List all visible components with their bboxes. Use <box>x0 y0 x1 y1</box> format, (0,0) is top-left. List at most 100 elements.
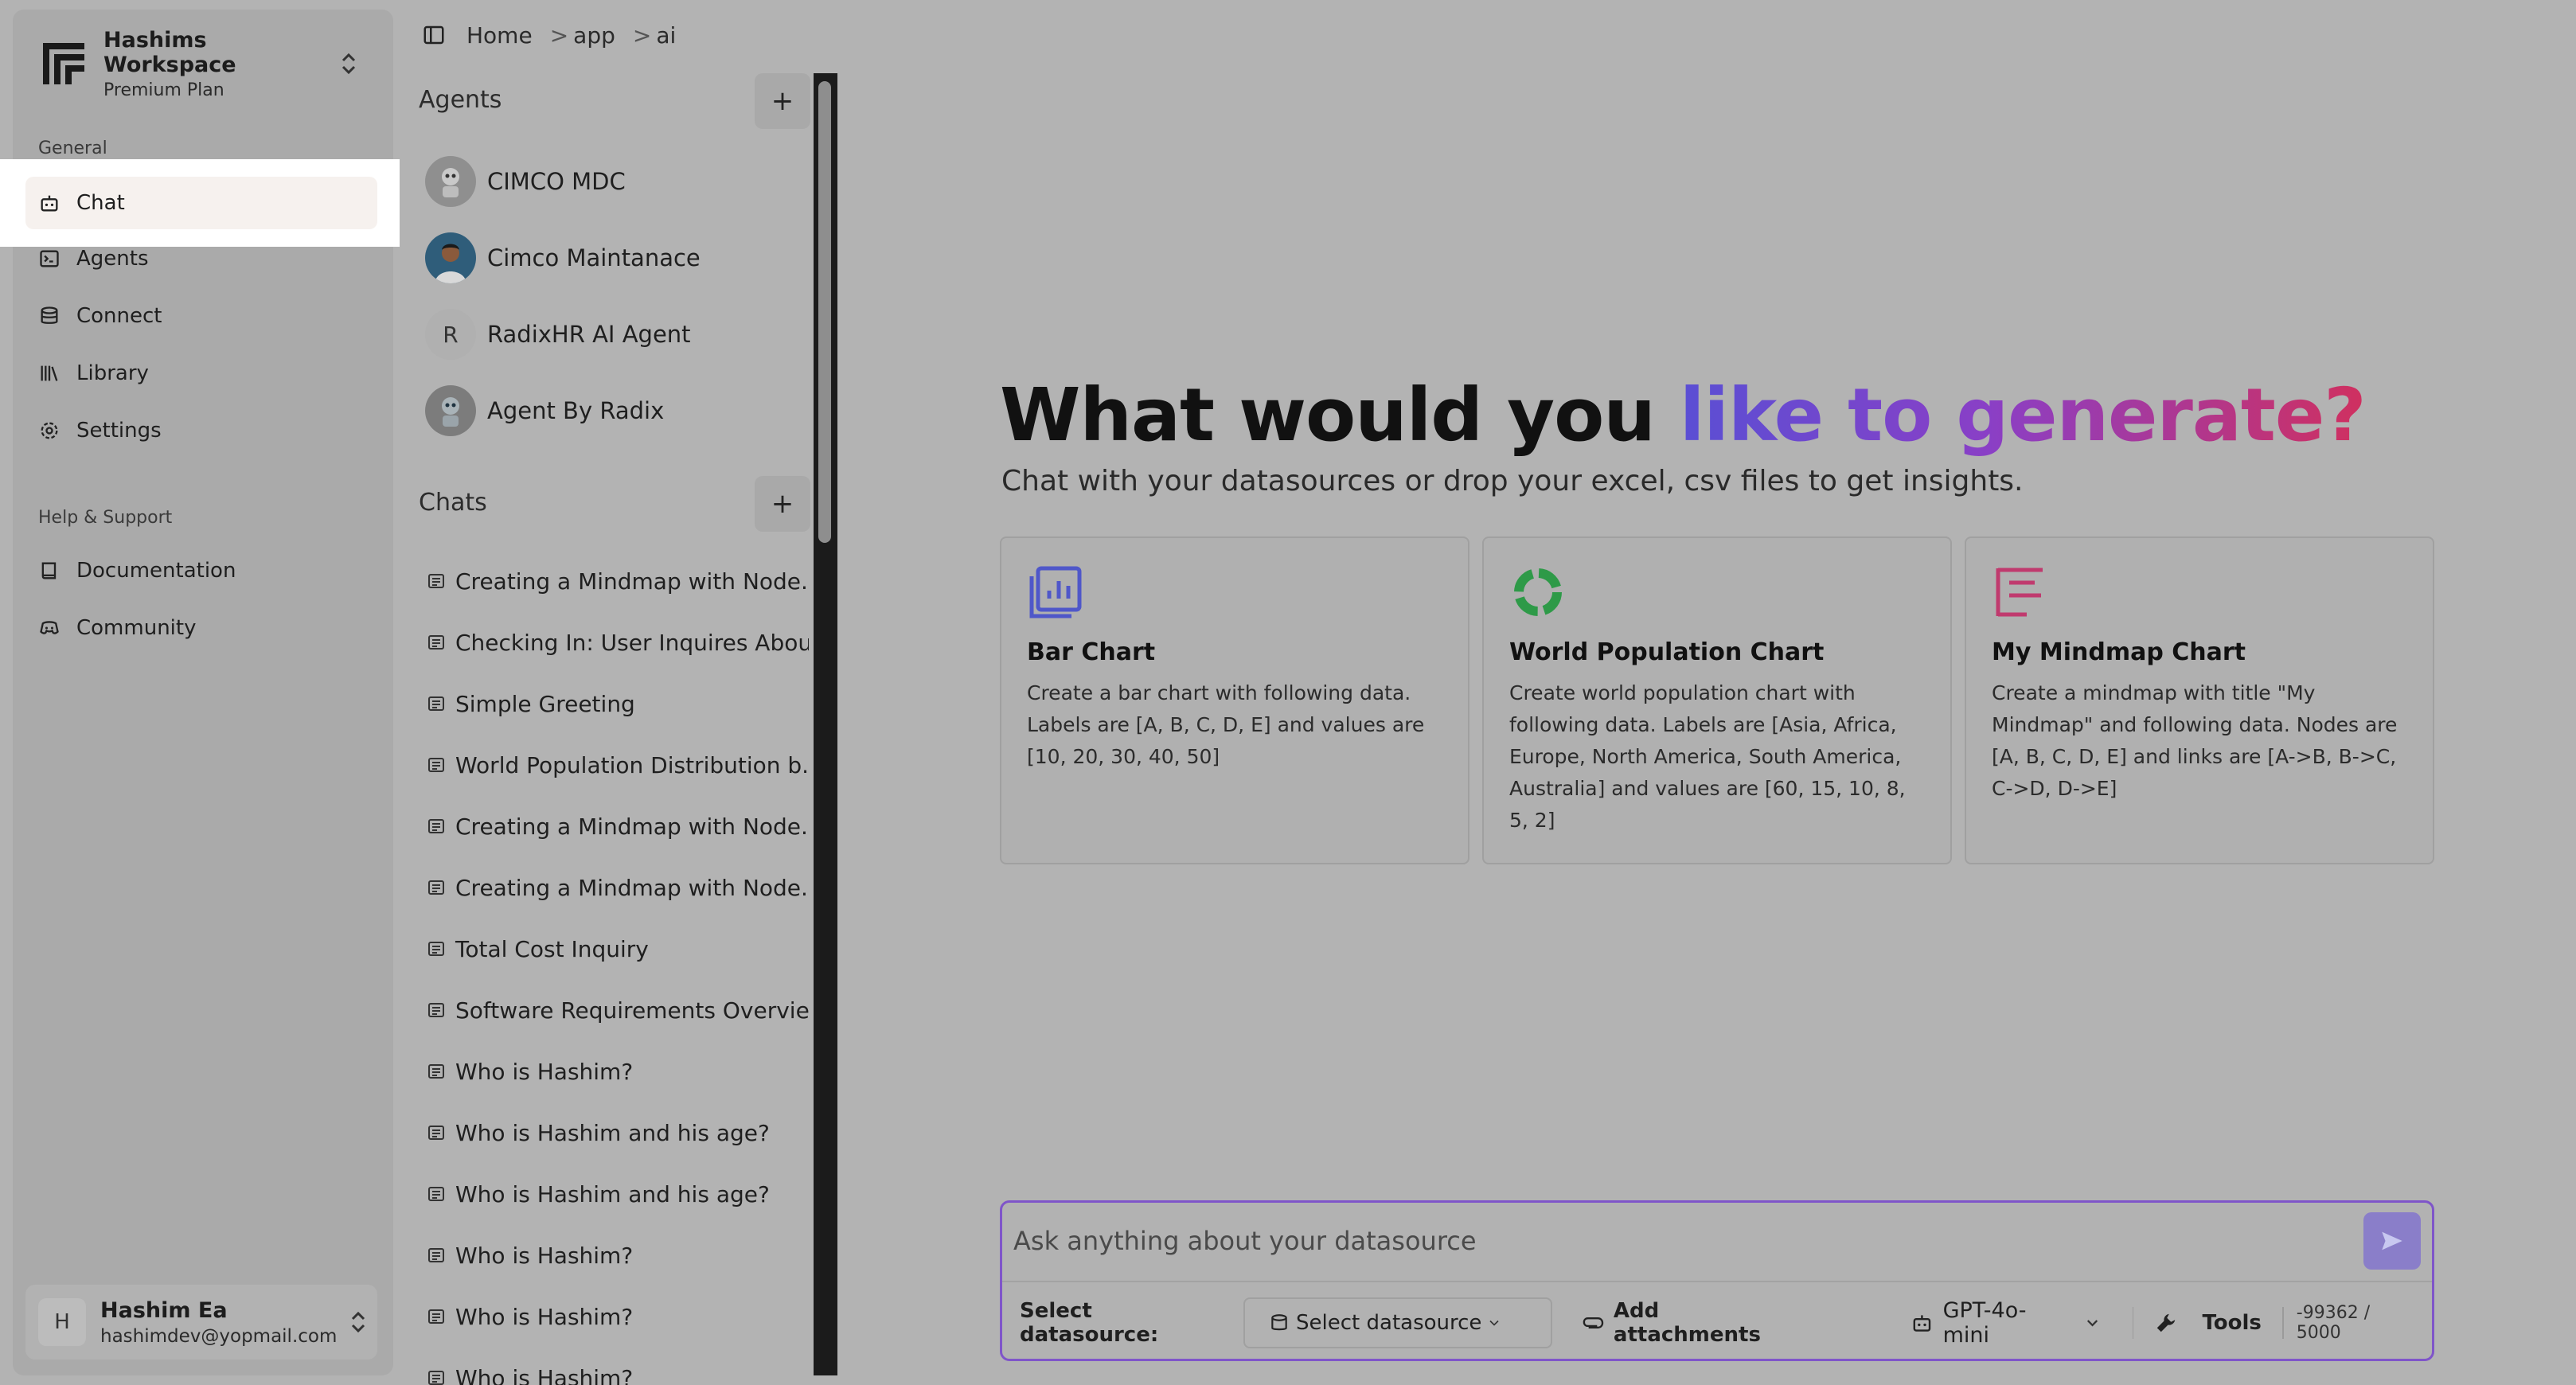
chat-list-item[interactable]: Creating a Mindmap with Node... <box>427 864 809 911</box>
user-menu[interactable]: H Hashim Ea hashimdev@yopmail.com <box>25 1285 377 1360</box>
chat-icon <box>428 1371 444 1385</box>
sidebar-item-library[interactable]: Library <box>25 347 377 400</box>
chat-icon <box>428 942 444 956</box>
chat-list-item[interactable]: Who is Hashim? <box>427 1354 809 1385</box>
chat-list-item[interactable]: Creating a Mindmap with Node... <box>427 802 809 850</box>
agent-name: CIMCO MDC <box>487 168 626 195</box>
chat-icon <box>428 1248 444 1262</box>
avatar: H <box>38 1298 86 1346</box>
model-select[interactable]: GPT-4o-mini <box>1911 1298 2112 1348</box>
card-description: Create a bar chart with following data. … <box>1027 681 1425 768</box>
chat-list-item[interactable]: Total Cost Inquiry <box>427 925 809 973</box>
suggestion-card-mindmap[interactable]: My Mindmap Chart Create a mindmap with t… <box>1965 536 2434 864</box>
chat-icon <box>428 1064 444 1079</box>
chat-list-item[interactable]: Simple Greeting <box>427 680 809 728</box>
chat-icon <box>428 758 444 772</box>
chat-list-item[interactable]: Who is Hashim? <box>427 1048 809 1095</box>
attachments-label: Add attachments <box>1613 1299 1761 1347</box>
chat-icon <box>428 696 444 711</box>
chat-list-item[interactable]: Checking In: User Inquires Abou... <box>427 618 809 666</box>
agent-name: Agent By Radix <box>487 397 665 424</box>
gear-icon <box>41 422 58 439</box>
chat-icon <box>428 1309 444 1324</box>
add-chat-button[interactable]: + <box>755 476 810 532</box>
chevron-up-down-icon <box>351 1311 365 1333</box>
chat-title: Who is Hashim? <box>455 1303 634 1330</box>
divider <box>2132 1307 2134 1339</box>
chat-input[interactable] <box>1013 1217 2319 1265</box>
sidebar-item-agents[interactable]: Agents <box>25 232 377 285</box>
chat-list-item[interactable]: Who is Hashim? <box>427 1231 809 1279</box>
agent-name: RadixHR AI Agent <box>487 321 691 348</box>
sidebar-item-community[interactable]: Community <box>25 602 377 654</box>
chat-list-item[interactable]: Who is Hashim and his age? <box>427 1170 809 1218</box>
suggestion-card-world-population[interactable]: World Population Chart Create world popu… <box>1482 536 1952 864</box>
tools-button[interactable]: Tools <box>2154 1311 2262 1335</box>
chat-icon <box>428 1187 444 1201</box>
user-name: Hashim Ea <box>100 1297 228 1323</box>
sidebar-item-label: Settings <box>76 419 162 443</box>
add-agent-button[interactable]: + <box>755 73 810 129</box>
chat-icon <box>428 1003 444 1017</box>
database-icon <box>41 306 58 324</box>
discord-icon <box>40 621 59 634</box>
letter-avatar: R <box>425 309 476 360</box>
page-title: What would you like to generate? <box>1000 373 2367 458</box>
chat-list-item[interactable]: Creating a Mindmap with Node... <box>427 557 809 605</box>
token-counter: -99362 / 5000 <box>2296 1303 2371 1343</box>
card-description: Create world population chart with follo… <box>1509 681 1906 832</box>
card-title: World Population Chart <box>1509 638 1825 666</box>
agent-item[interactable]: Agent By Radix <box>425 380 664 441</box>
chat-list-item[interactable]: Who is Hashim and his age? <box>427 1109 809 1157</box>
composer-toolbar: Select datasource: Select datasource Add… <box>1020 1297 2416 1349</box>
scrollbar-thumb[interactable] <box>818 81 831 543</box>
sidebar-item-label: Documentation <box>76 559 236 583</box>
workspace-switcher[interactable]: Hashims Workspace Premium Plan <box>25 25 368 102</box>
chat-title: Who is Hashim? <box>455 1242 634 1269</box>
agent-item[interactable]: Cimco Maintanace <box>425 228 701 288</box>
card-description: Create a mindmap with title "My Mindmap"… <box>1992 681 2398 800</box>
suggestion-card-bar-chart[interactable]: Bar Chart Create a bar chart with follow… <box>1000 536 1469 864</box>
wrench-icon <box>2157 1313 2176 1332</box>
chat-icon <box>428 880 444 895</box>
card-title: My Mindmap Chart <box>1992 638 2246 666</box>
sidebar-item-label: Chat <box>76 191 125 215</box>
terminal-icon <box>40 250 59 267</box>
chat-title: World Population Distribution b... <box>455 751 809 778</box>
chats-title: Chats <box>419 489 487 517</box>
workspace-logo-icon <box>43 43 84 84</box>
agents-title: Agents <box>419 86 502 114</box>
send-icon <box>2382 1231 2402 1250</box>
mindmap-icon <box>1996 568 2043 617</box>
sidebar-item-label: Community <box>76 616 197 640</box>
chat-list-item[interactable]: World Population Distribution b... <box>427 741 809 789</box>
chat-list-item[interactable]: Software Requirements Overview <box>427 986 809 1034</box>
sidebar-item-documentation[interactable]: Documentation <box>25 544 377 597</box>
sidebar-item-connect[interactable]: Connect <box>25 290 377 342</box>
chevron-down-icon <box>1489 1320 1500 1326</box>
bot-icon <box>41 195 58 212</box>
agent-item[interactable]: CIMCO MDC <box>425 151 626 212</box>
book-icon <box>41 562 57 579</box>
chat-title: Who is Hashim? <box>455 1364 634 1385</box>
sidebar-item-chat[interactable]: Chat <box>25 177 377 229</box>
add-attachments-button[interactable]: Add attachments <box>1581 1299 1807 1347</box>
chevron-down-icon <box>2087 1320 2098 1327</box>
workspace-plan: Premium Plan <box>103 80 224 100</box>
model-label: GPT-4o-mini <box>1942 1298 2027 1348</box>
chevron-up-down-icon <box>342 53 356 75</box>
chat-list-item[interactable]: Who is Hashim? <box>427 1293 809 1340</box>
nav-section-help: Help & Support <box>38 508 173 528</box>
chat-title: Software Requirements Overview <box>455 997 809 1024</box>
agent-name: Cimco Maintanace <box>487 244 701 271</box>
send-button[interactable] <box>2363 1212 2421 1270</box>
chat-title: Who is Hashim and his age? <box>455 1119 770 1146</box>
title-plain: What would you <box>1000 373 1680 458</box>
agent-item[interactable]: R RadixHR AI Agent <box>425 304 691 365</box>
title-gradient: like to generate? <box>1679 373 2367 458</box>
sidebar-item-settings[interactable]: Settings <box>25 404 377 457</box>
datasource-select[interactable]: Select datasource <box>1243 1297 1553 1348</box>
agents-chats-panel: Agents + CIMCO MDC Cimco Maintanace R Ra… <box>406 0 837 1385</box>
chat-title: Who is Hashim? <box>455 1058 634 1085</box>
sidebar-item-label: Library <box>76 361 149 385</box>
